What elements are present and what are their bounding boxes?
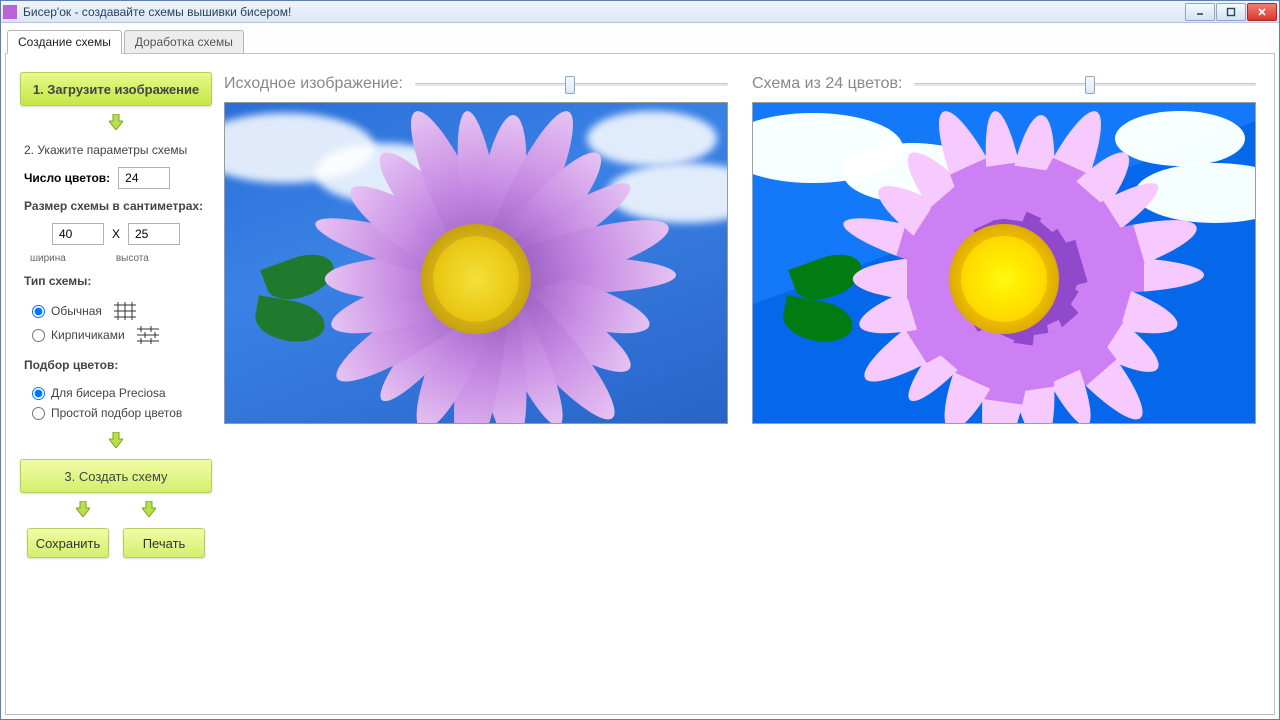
- content-area: 1. Загрузите изображение 2. Укажите пара…: [5, 53, 1275, 715]
- palette-simple-radio[interactable]: Простой подбор цветов: [32, 406, 200, 420]
- scheme-panel: Схема из 24 цветов:: [752, 70, 1256, 698]
- grid-brick-icon: [137, 326, 159, 344]
- height-caption: высота: [116, 253, 149, 264]
- colors-label: Число цветов:: [24, 171, 110, 185]
- height-input[interactable]: [128, 223, 180, 245]
- type-brick-radio[interactable]: Кирпичиками: [32, 326, 200, 344]
- source-image: [224, 102, 728, 424]
- scheme-image: [752, 102, 1256, 424]
- step2-label: 2. Укажите параметры схемы: [20, 141, 212, 159]
- save-button[interactable]: Сохранить: [27, 528, 109, 558]
- type-label: Тип схемы:: [20, 272, 212, 290]
- arrow-down-icon: [142, 501, 156, 520]
- scheme-title: Схема из 24 цветов:: [752, 75, 902, 93]
- size-label: Размер схемы в сантиметрах:: [20, 197, 212, 215]
- tab-edit[interactable]: Доработка схемы: [124, 30, 244, 53]
- arrow-down-icon: [109, 114, 123, 133]
- titlebar[interactable]: Бисер'ок - создавайте схемы вышивки бисе…: [1, 1, 1279, 23]
- app-icon: [3, 5, 17, 19]
- colors-input[interactable]: [118, 167, 170, 189]
- arrow-down-icon: [109, 432, 123, 451]
- main-window: Бисер'ок - создавайте схемы вышивки бисе…: [0, 0, 1280, 720]
- width-input[interactable]: [52, 223, 104, 245]
- type-normal-radio[interactable]: Обычная: [32, 302, 200, 320]
- create-scheme-button[interactable]: 3. Создать схему: [20, 459, 212, 493]
- source-panel: Исходное изображение:: [224, 70, 728, 698]
- minimize-button[interactable]: [1185, 3, 1215, 21]
- tab-bar: Создание схемы Доработка схемы: [1, 29, 1279, 53]
- close-button[interactable]: [1247, 3, 1277, 21]
- tab-create[interactable]: Создание схемы: [7, 30, 122, 54]
- width-caption: ширина: [30, 253, 66, 264]
- source-zoom-slider[interactable]: [415, 75, 728, 93]
- maximize-button[interactable]: [1216, 3, 1246, 21]
- grid-normal-icon: [114, 302, 136, 320]
- arrow-down-icon: [76, 501, 90, 520]
- palette-preciosa-radio[interactable]: Для бисера Preciosa: [32, 386, 200, 400]
- print-button[interactable]: Печать: [123, 528, 205, 558]
- x-label: X: [112, 227, 120, 241]
- image-panels: Исходное изображение: Схема из: [216, 66, 1264, 702]
- palette-label: Подбор цветов:: [20, 356, 212, 374]
- source-title: Исходное изображение:: [224, 75, 403, 93]
- sidebar: 1. Загрузите изображение 2. Укажите пара…: [16, 66, 216, 702]
- scheme-zoom-slider[interactable]: [914, 75, 1256, 93]
- load-image-button[interactable]: 1. Загрузите изображение: [20, 72, 212, 106]
- window-title: Бисер'ок - создавайте схемы вышивки бисе…: [23, 5, 1185, 19]
